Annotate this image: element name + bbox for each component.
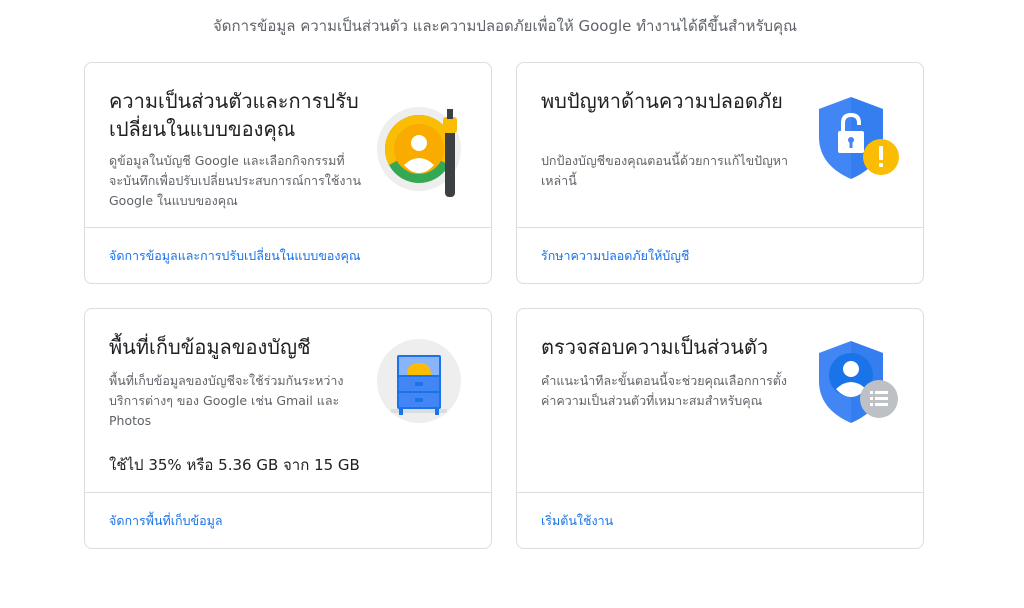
- card-title: พื้นที่เก็บข้อมูลของบัญชี: [109, 335, 311, 359]
- privacy-personalization-icon: [377, 107, 461, 197]
- privacy-checkup-shield-icon: [819, 341, 898, 423]
- storage-cabinet-icon: [377, 339, 461, 423]
- manage-data-personalization-link[interactable]: จัดการข้อมูลและการปรับเปลี่ยนในแบบของคุณ: [109, 246, 360, 266]
- card-title: พบปัญหาด้านความปลอดภัย: [541, 89, 783, 113]
- card-divider: [517, 227, 923, 228]
- privacy-personalization-card: ความเป็นส่วนตัวและการปรับเปลี่ยนในแบบของ…: [84, 62, 492, 284]
- card-description: ดูข้อมูลในบัญชี Google และเลือกกิจกรรมที…: [109, 153, 362, 208]
- security-shield-warning-icon: [819, 97, 899, 179]
- card-description: พื้นที่เก็บข้อมูลของบัญชีจะใช้ร่วมกันระห…: [109, 373, 344, 428]
- secure-account-link[interactable]: รักษาความปลอดภัยให้บัญชี: [541, 246, 689, 266]
- card-divider: [517, 492, 923, 493]
- card-divider: [85, 227, 491, 228]
- card-divider: [85, 492, 491, 493]
- page-subtitle: จัดการข้อมูล ความเป็นส่วนตัว และความปลอด…: [213, 17, 797, 35]
- account-storage-card: พื้นที่เก็บข้อมูลของบัญชี พื้นที่เก็บข้อ…: [84, 308, 492, 549]
- card-description: คำแนะนำทีละขั้นตอนนี้จะช่วยคุณเลือกการตั…: [541, 373, 788, 408]
- start-privacy-checkup-link[interactable]: เริ่มต้นใช้งาน: [541, 511, 613, 531]
- card-title: ตรวจสอบความเป็นส่วนตัว: [541, 335, 769, 359]
- card-description: ปกป้องบัญชีของคุณตอนนี้ด้วยการแก้ไขปัญหา…: [541, 153, 789, 188]
- card-title: ความเป็นส่วนตัวและการปรับเปลี่ยนในแบบของ…: [109, 89, 359, 141]
- privacy-checkup-card: ตรวจสอบความเป็นส่วนตัว คำแนะนำทีละขั้นตอ…: [516, 308, 924, 549]
- security-issues-card: พบปัญหาด้านความปลอดภัย ปกป้องบัญชีของคุณ…: [516, 62, 924, 284]
- storage-usage-text: ใช้ไป 35% หรือ 5.36 GB จาก 15 GB: [109, 456, 360, 474]
- manage-storage-link[interactable]: จัดการพื้นที่เก็บข้อมูล: [109, 511, 223, 531]
